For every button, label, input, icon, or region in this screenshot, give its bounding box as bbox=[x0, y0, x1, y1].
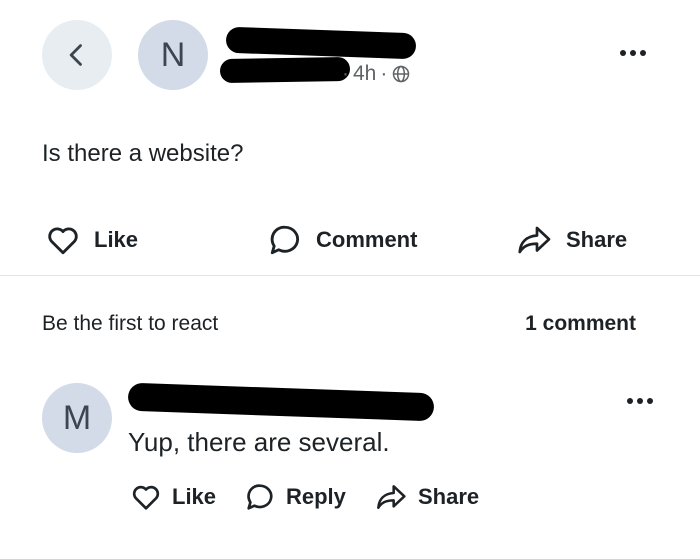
dot-icon bbox=[620, 50, 626, 56]
share-label: Share bbox=[566, 227, 628, 252]
comment-button[interactable]: Comment bbox=[266, 222, 417, 258]
comment-share-button[interactable]: Share bbox=[374, 481, 479, 513]
divider bbox=[0, 275, 700, 276]
share-button[interactable]: Share bbox=[514, 222, 627, 258]
dot-icon bbox=[637, 398, 643, 404]
redacted-author-name bbox=[225, 26, 417, 60]
comment-share-label: Share bbox=[418, 484, 480, 509]
like-button[interactable]: Like bbox=[44, 222, 138, 258]
avatar-initial: M bbox=[62, 398, 92, 437]
meta-separator: · bbox=[342, 62, 349, 85]
back-button[interactable] bbox=[42, 20, 112, 90]
avatar-initial: N bbox=[160, 35, 186, 74]
dot-icon bbox=[630, 50, 636, 56]
speech-bubble-icon bbox=[270, 225, 300, 255]
post-meta: · 4h · bbox=[342, 62, 411, 86]
speech-bubble-icon bbox=[247, 484, 273, 510]
redacted-commenter-name bbox=[127, 382, 435, 422]
post-text: Is there a website? bbox=[42, 140, 244, 167]
globe-icon bbox=[393, 65, 410, 83]
like-label: Like bbox=[94, 227, 139, 252]
reactions-prompt: Be the first to react bbox=[42, 312, 219, 335]
redacted-author-subtitle bbox=[219, 56, 351, 84]
comment-author-avatar[interactable]: M bbox=[42, 383, 112, 453]
share-arrow-icon bbox=[377, 485, 406, 509]
chevron-left-icon bbox=[69, 44, 82, 66]
comment-like-label: Like bbox=[172, 484, 217, 509]
heart-icon bbox=[132, 485, 160, 510]
comment-label: Comment bbox=[316, 227, 418, 252]
dot-icon bbox=[640, 50, 646, 56]
share-arrow-icon bbox=[518, 226, 551, 254]
dot-icon bbox=[627, 398, 633, 404]
meta-separator: · bbox=[380, 62, 388, 85]
comment-text: Yup, there are several. bbox=[128, 427, 390, 457]
post-author-avatar[interactable]: N bbox=[138, 20, 208, 90]
reply-button[interactable]: Reply bbox=[244, 481, 346, 513]
heart-icon bbox=[48, 227, 78, 255]
post-time: 4h bbox=[353, 62, 377, 85]
dot-icon bbox=[647, 398, 653, 404]
comment-more-options-button[interactable] bbox=[627, 398, 653, 404]
post-more-options-button[interactable] bbox=[620, 50, 646, 56]
comment-count-link[interactable]: 1 comment bbox=[525, 312, 636, 336]
reply-label: Reply bbox=[286, 484, 346, 509]
comment-like-button[interactable]: Like bbox=[130, 481, 216, 513]
